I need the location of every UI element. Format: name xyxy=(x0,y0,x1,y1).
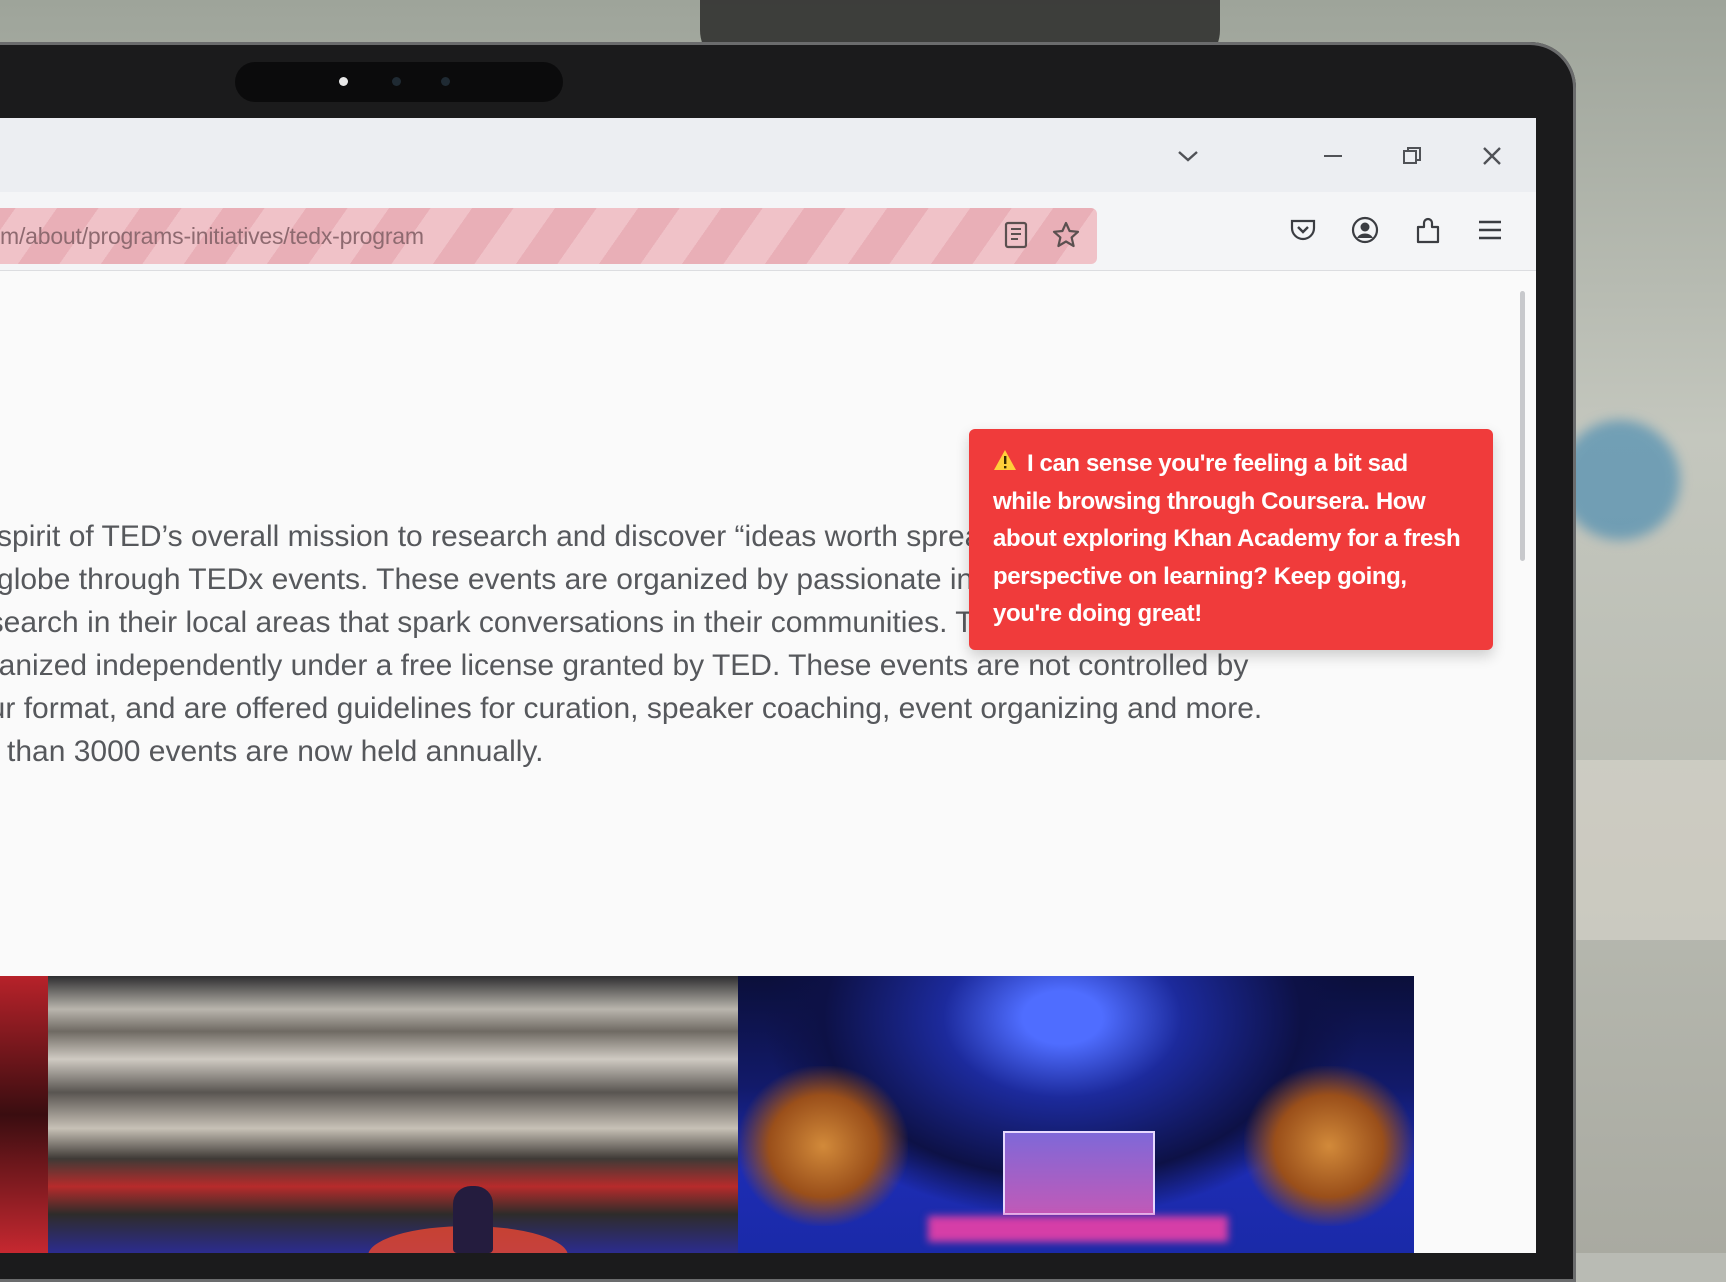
browser-toolbar: m/about/programs-initiatives/tedx-progra… xyxy=(0,192,1536,271)
account-icon[interactable] xyxy=(1345,210,1385,250)
tab-list-chevron-down-icon[interactable] xyxy=(1168,136,1208,176)
partial-tedx-photo xyxy=(0,976,48,1253)
background-paper xyxy=(1560,760,1726,940)
stage-projection-screen xyxy=(1003,1131,1155,1215)
minimize-button[interactable] xyxy=(1313,136,1353,176)
bookmark-star-icon[interactable] xyxy=(1049,218,1083,252)
toast-message: I can sense you're feeling a bit sad whi… xyxy=(993,450,1461,627)
stage-lights-left xyxy=(738,1066,908,1226)
stage-lights-right xyxy=(1244,1066,1414,1226)
photo-strip xyxy=(0,976,1414,1253)
hamburger-menu-icon[interactable] xyxy=(1470,210,1510,250)
background-object xyxy=(1560,420,1680,540)
reader-view-icon[interactable] xyxy=(999,218,1033,252)
paragraph-line: rganized independently under a free lice… xyxy=(0,649,1249,682)
camera-indicator xyxy=(339,77,348,86)
page-content: e spirit of TED’s overall mission to res… xyxy=(0,271,1536,1253)
address-bar[interactable]: m/about/programs-initiatives/tedx-progra… xyxy=(0,208,1097,264)
laptop-screen: m/about/programs-initiatives/tedx-progra… xyxy=(0,118,1536,1253)
extensions-puzzle-icon[interactable] xyxy=(1408,210,1448,250)
restore-button[interactable] xyxy=(1392,136,1432,176)
paragraph-line: re than 3000 events are now held annuall… xyxy=(0,735,544,768)
camera-notch xyxy=(235,62,563,102)
page-scrollbar[interactable] xyxy=(1520,291,1525,561)
speaker-silhouette xyxy=(453,1186,493,1253)
stage-auditorium-photo xyxy=(738,976,1414,1253)
stage-floor-light xyxy=(928,1216,1228,1242)
camera-sensor xyxy=(441,77,450,86)
warning-icon xyxy=(993,445,1021,483)
camera-lens xyxy=(392,77,401,86)
close-button[interactable] xyxy=(1472,136,1512,176)
url-text[interactable]: m/about/programs-initiatives/tedx-progra… xyxy=(0,223,424,250)
mood-suggestion-toast[interactable]: I can sense you're feeling a bit sad whi… xyxy=(969,429,1493,650)
pocket-icon[interactable] xyxy=(1283,210,1323,250)
paragraph-line: our format, and are offered guidelines f… xyxy=(0,692,1263,725)
concert-hall-audience-photo xyxy=(48,976,738,1253)
browser-titlebar xyxy=(0,118,1536,192)
